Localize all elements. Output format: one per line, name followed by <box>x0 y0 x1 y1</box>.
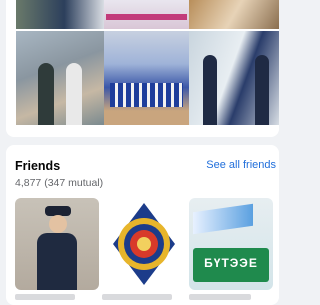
friend-thumbnail[interactable] <box>15 198 99 290</box>
photo-thumbnail[interactable] <box>16 31 104 125</box>
banner-stripe <box>106 14 187 20</box>
green-banner: БҮТЭЭЕ <box>193 248 269 282</box>
friend-thumbnail[interactable]: БҮТЭЭЕ <box>189 198 273 290</box>
photo-thumbnail[interactable] <box>104 0 189 29</box>
person-figure <box>66 63 82 125</box>
seal-emblem-icon <box>113 203 175 285</box>
flag-graphic <box>193 203 253 235</box>
photo-thumbnail[interactable] <box>189 0 279 29</box>
group-of-people <box>110 83 183 107</box>
person-figure <box>203 55 217 125</box>
banner-text: БҮТЭЭЕ <box>204 256 258 270</box>
photos-card <box>6 0 279 137</box>
friends-card: Friends 4,877 (347 mutual) See all frien… <box>6 145 279 305</box>
photo-thumbnail[interactable] <box>104 31 189 125</box>
person-figure <box>255 55 269 125</box>
friends-title: Friends <box>15 159 61 173</box>
photo-thumbnail[interactable] <box>189 31 279 125</box>
photo-thumbnail[interactable] <box>16 0 104 29</box>
friend-name-placeholder[interactable] <box>102 294 172 300</box>
friend-thumbnail[interactable] <box>102 198 186 290</box>
friend-name-placeholder[interactable] <box>15 294 75 300</box>
see-all-friends-link[interactable]: See all friends <box>206 159 276 171</box>
person-figure <box>38 63 54 125</box>
friend-name-placeholder[interactable] <box>189 294 251 300</box>
officer-uniform <box>37 233 77 290</box>
officer-face <box>49 215 67 233</box>
friends-count: 4,877 (347 mutual) <box>15 177 104 189</box>
